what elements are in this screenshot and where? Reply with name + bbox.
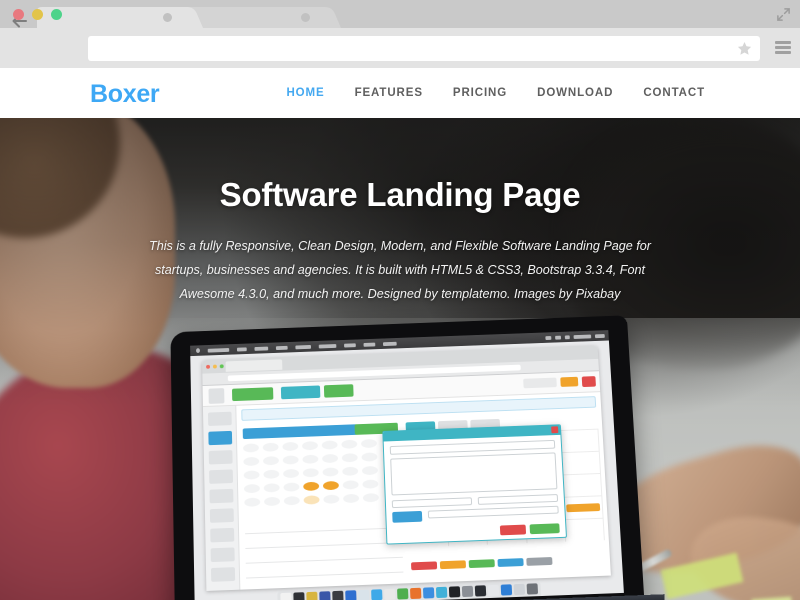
site-navbar: Boxer HOME FEATURES PRICING DOWNLOAD CON… <box>0 68 800 118</box>
hero-description: This is a fully Responsive, Clean Design… <box>149 239 651 302</box>
modal-textarea[interactable] <box>390 452 558 496</box>
modal-save-button[interactable] <box>529 523 560 535</box>
app-main-content <box>236 392 611 591</box>
hamburger-menu-icon[interactable] <box>775 41 791 55</box>
address-bar[interactable] <box>88 36 760 61</box>
hero-section: Software Landing Page This is a fully Re… <box>0 118 800 600</box>
modal-cancel-button[interactable] <box>499 524 527 536</box>
star-icon[interactable] <box>737 41 752 56</box>
nav-item-features[interactable]: FEATURES <box>355 87 423 99</box>
browser-titlebar <box>0 0 800 28</box>
laptop-mockup <box>154 314 666 600</box>
nav-item-contact[interactable]: CONTACT <box>643 87 705 99</box>
hero-title: Software Landing Page <box>219 176 581 213</box>
modal-footer-buttons <box>499 523 560 536</box>
tab-close-icon[interactable] <box>163 13 172 22</box>
app-calendar-grid <box>243 438 401 520</box>
app-legend <box>410 557 553 571</box>
window-controls <box>13 9 62 20</box>
app-accordion-list <box>244 519 404 591</box>
laptop-screen <box>190 330 624 600</box>
laptop-bezel <box>170 315 645 600</box>
browser-window: Boxer HOME FEATURES PRICING DOWNLOAD CON… <box>0 0 800 600</box>
site-logo[interactable]: Boxer <box>90 80 160 109</box>
close-window-button[interactable] <box>13 9 24 20</box>
url-input[interactable] <box>88 36 728 61</box>
site-nav-links: HOME FEATURES PRICING DOWNLOAD CONTACT <box>286 87 705 99</box>
nav-item-home[interactable]: HOME <box>286 87 324 99</box>
nav-item-download[interactable]: DOWNLOAD <box>537 87 613 99</box>
app-sidebar <box>202 405 241 591</box>
laptop-app-window <box>202 345 611 591</box>
hero-content: Software Landing Page This is a fully Re… <box>0 176 800 307</box>
modal-close-icon[interactable] <box>551 426 559 434</box>
expand-arrows-icon[interactable] <box>776 7 791 22</box>
maximize-window-button[interactable] <box>51 9 62 20</box>
tab-close-icon[interactable] <box>301 13 310 22</box>
minimize-window-button[interactable] <box>32 9 43 20</box>
nav-item-pricing[interactable]: PRICING <box>453 87 507 99</box>
app-modal-dialog <box>382 424 567 545</box>
